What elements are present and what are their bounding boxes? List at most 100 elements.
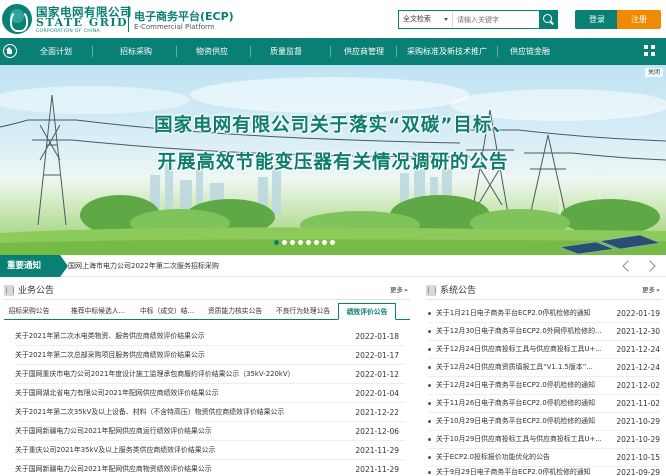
nav-item-supplier[interactable]: 供应商管理 bbox=[332, 38, 396, 65]
carousel-dot[interactable] bbox=[330, 240, 335, 245]
list-item-date: 2022-01-04 bbox=[355, 389, 399, 398]
chevron-right-icon[interactable] bbox=[645, 259, 659, 273]
tab-bidding-announcement[interactable]: 招标采购公告 bbox=[4, 303, 54, 319]
list-item-title[interactable]: 关于重庆公司2021年35kV及以上服务类供应商绩效评价结果公示 bbox=[15, 441, 345, 460]
nav-item-finance[interactable]: 供应链金融 bbox=[500, 38, 560, 65]
list-item[interactable]: 关于国网重庆市电力公司2021年度设计施工监理承包商履约评价结果公示（35kV-… bbox=[15, 365, 405, 384]
tab-award-results[interactable]: 中标（成交）结... bbox=[134, 303, 200, 319]
list-item[interactable]: 关于2021年第二次水电类物资、服务供应商绩效评价结果公示 2022-01-18 bbox=[15, 327, 405, 346]
bullet-icon bbox=[428, 312, 431, 315]
nav-item-plan[interactable]: 全面计划 bbox=[24, 38, 88, 65]
list-item-title[interactable]: 关于2021年第二次总部采购项目服务供应商绩效评价结果公示 bbox=[15, 346, 345, 365]
tab-performance-evaluation[interactable]: 绩效评价公告 bbox=[338, 303, 396, 320]
list-item-title[interactable]: 关于国网湖北省电力有限公司2021年配网供应商绩效评价结果公示 bbox=[15, 384, 345, 403]
nav-item-quality[interactable]: 质量监督 bbox=[254, 38, 318, 65]
carousel-dot[interactable] bbox=[298, 240, 303, 245]
list-item-title[interactable]: 关于12月24日供应商资质填报工具“V1.1.5版本”... bbox=[436, 358, 606, 377]
nav-home[interactable] bbox=[0, 38, 20, 65]
banner-close-button[interactable]: 关闭 bbox=[644, 68, 663, 77]
list-item-title[interactable]: 关于国网重庆市电力公司2021年度设计施工监理承包商履约评价结果公示（35kV-… bbox=[15, 365, 345, 384]
list-item-title[interactable]: 关于1月21日电子商务平台ECP2.0停机检修的通知 bbox=[436, 304, 606, 323]
list-item-date: 2021-11-02 bbox=[616, 399, 660, 408]
section-divider bbox=[426, 299, 662, 300]
banner-headline-line1[interactable]: 国家电网有限公司关于落实“双碳”目标、 bbox=[0, 111, 666, 137]
list-item[interactable]: 关于2021年第二次总部采购项目服务供应商绩效评价结果公示 2022-01-17 bbox=[15, 346, 405, 365]
section-icon bbox=[426, 285, 436, 296]
nav-separator bbox=[92, 46, 93, 57]
tab-recommended-candidates[interactable]: 推荐中标候选人... bbox=[64, 303, 132, 319]
list-item-title[interactable]: 关于12月24日供应商投标工具与供应商投标工具U+... bbox=[436, 340, 606, 359]
bullet-icon bbox=[428, 456, 431, 459]
carousel-dot[interactable] bbox=[290, 240, 295, 245]
list-item-title[interactable]: 关于2021年第二次35kV及以上设备、材料（不含特高压）物资供应商绩效评价结果… bbox=[15, 403, 345, 422]
nav-item-supply[interactable]: 物资供应 bbox=[180, 38, 244, 65]
list-item-title[interactable]: 关于国网新疆电力公司2021年配网供应商运行绩效评价结果公示 bbox=[15, 422, 345, 441]
register-button[interactable]: 注册 bbox=[617, 10, 661, 29]
list-item[interactable]: 关于重庆公司2021年35kV及以上服务类供应商绩效评价结果公示 2021-11-… bbox=[15, 441, 405, 460]
bullet-icon bbox=[428, 366, 431, 369]
list-item-title[interactable]: 关于12月30日电子商务平台ECP2.0外网停机检修的... bbox=[436, 322, 606, 341]
carousel-dot[interactable] bbox=[314, 240, 319, 245]
list-item-date: 2021-10-29 bbox=[616, 435, 660, 444]
search-icon[interactable] bbox=[539, 11, 557, 28]
list-item[interactable]: 关于1月21日电子商务平台ECP2.0停机检修的通知 2022-01-19 bbox=[428, 304, 660, 323]
carousel-dot[interactable] bbox=[322, 240, 327, 245]
important-notice-label: 重要通知 bbox=[0, 255, 68, 277]
list-item-date: 2022-01-18 bbox=[355, 332, 399, 341]
tab-misconduct-handling[interactable]: 不良行为处理公告 bbox=[270, 303, 336, 319]
banner-headline-line2[interactable]: 开展高效节能变压器有关情况调研的公告 bbox=[0, 148, 666, 174]
list-item[interactable]: 关于12月24日供应商资质填报工具“V1.1.5版本”... 2021-12-24 bbox=[428, 358, 660, 377]
search-scope-select[interactable]: 全文检索 bbox=[399, 11, 453, 28]
list-item-title[interactable]: 关于10月29日供应商投标工具与供应商投标工具U+... bbox=[436, 430, 606, 449]
business-more-link[interactable]: 更多 bbox=[390, 283, 408, 297]
list-item-date: 2021-12-22 bbox=[355, 408, 399, 417]
important-notice-link[interactable]: 国网上海市电力公司2022年第二次服务招标采购 bbox=[68, 255, 219, 277]
list-item[interactable]: 关于国网新疆电力公司2021年配网供应商物资绩效评价结果公示 2021-11-29 bbox=[15, 460, 405, 476]
business-tabs: 招标采购公告 推荐中标候选人... 中标（成交）结... 资质能力核实公告 不良… bbox=[4, 303, 410, 320]
list-item[interactable]: 关于10月29日供应商投标工具与供应商投标工具U+... 2021-10-29 bbox=[428, 430, 660, 449]
chevron-down-icon bbox=[444, 18, 448, 21]
logo-subtitle: CORPORATION OF CHINA bbox=[36, 29, 101, 34]
list-item-date: 2021-12-30 bbox=[616, 327, 660, 336]
list-item[interactable]: 关于10月29日电子商务平台ECP2.0停机检修的通知 2021-10-29 bbox=[428, 412, 660, 431]
banner-carousel[interactable]: 关闭 国家电网有限公司关于落实“双碳”目标、 开展高效节能变压器有关情况调研的公… bbox=[0, 65, 666, 255]
list-item-title[interactable]: 关于11月26日电子商务平台ECP2.0停机检修的通知 bbox=[436, 394, 606, 413]
search-box: 全文检索 bbox=[398, 10, 558, 29]
bullet-icon bbox=[428, 438, 431, 441]
header-divider bbox=[128, 6, 129, 32]
grid-menu-icon[interactable] bbox=[644, 45, 656, 57]
list-item[interactable]: 关于12月24日供应商投标工具与供应商投标工具U+... 2021-12-24 bbox=[428, 340, 660, 359]
carousel-dot[interactable] bbox=[282, 240, 287, 245]
list-item-title[interactable]: 关于2021年第二次水电类物资、服务供应商绩效评价结果公示 bbox=[15, 327, 345, 346]
system-more-link[interactable]: 更多 bbox=[642, 283, 660, 297]
list-item-title[interactable]: 关于国网新疆电力公司2021年配网供应商物资绩效评价结果公示 bbox=[15, 460, 345, 476]
list-item-date: 2021-12-24 bbox=[616, 345, 660, 354]
site-header: 国家电网有限公司 STATE GRID CORPORATION OF CHINA… bbox=[0, 0, 666, 38]
list-item-date: 2022-01-19 bbox=[616, 309, 660, 318]
list-item[interactable]: 关于2021年第二次35kV及以上设备、材料（不含特高压）物资供应商绩效评价结果… bbox=[15, 403, 405, 422]
list-item[interactable]: 关于9月29日电子商务平台ECP2.0停机检修的通知 2021-09-29 bbox=[428, 463, 660, 476]
list-item-title[interactable]: 关于9月29日电子商务平台ECP2.0停机检修的通知 bbox=[436, 463, 606, 476]
list-item[interactable]: 关于12月30日电子商务平台ECP2.0外网停机检修的... 2021-12-30 bbox=[428, 322, 660, 341]
tab-qualification-verification[interactable]: 资质能力核实公告 bbox=[202, 303, 268, 319]
list-item-title[interactable]: 关于12月24日电子商务平台ECP2.0停机检修的通知 bbox=[436, 376, 606, 395]
list-item[interactable]: 关于11月26日电子商务平台ECP2.0停机检修的通知 2021-11-02 bbox=[428, 394, 660, 413]
search-input[interactable] bbox=[457, 12, 539, 27]
state-grid-logo-icon[interactable] bbox=[2, 4, 32, 34]
list-item[interactable]: 关于国网新疆电力公司2021年配网供应商运行绩效评价结果公示 2021-12-06 bbox=[15, 422, 405, 441]
carousel-dot[interactable] bbox=[274, 240, 279, 245]
bullet-icon bbox=[428, 471, 431, 474]
list-item-title[interactable]: 关于10月29日电子商务平台ECP2.0停机检修的通知 bbox=[436, 412, 606, 431]
nav-item-standards[interactable]: 采购标准及新技术推广 bbox=[398, 38, 496, 65]
nav-item-procurement[interactable]: 招标采购 bbox=[100, 38, 172, 65]
carousel-dot[interactable] bbox=[306, 240, 311, 245]
business-announcements-header: 业务公告 更多 bbox=[4, 283, 410, 299]
list-item[interactable]: 关于国网湖北省电力有限公司2021年配网供应商绩效评价结果公示 2022-01-0… bbox=[15, 384, 405, 403]
system-announcements-header: 系统公告 更多 bbox=[426, 283, 662, 299]
list-item[interactable]: 关于12月24日电子商务平台ECP2.0停机检修的通知 2021-12-02 bbox=[428, 376, 660, 395]
chevron-left-icon[interactable] bbox=[620, 259, 634, 273]
system-announcements-title: 系统公告 bbox=[440, 286, 477, 296]
list-item-date: 2021-09-29 bbox=[616, 468, 660, 476]
login-button[interactable]: 登录 bbox=[575, 10, 619, 29]
list-item-date: 2022-01-12 bbox=[355, 370, 399, 379]
